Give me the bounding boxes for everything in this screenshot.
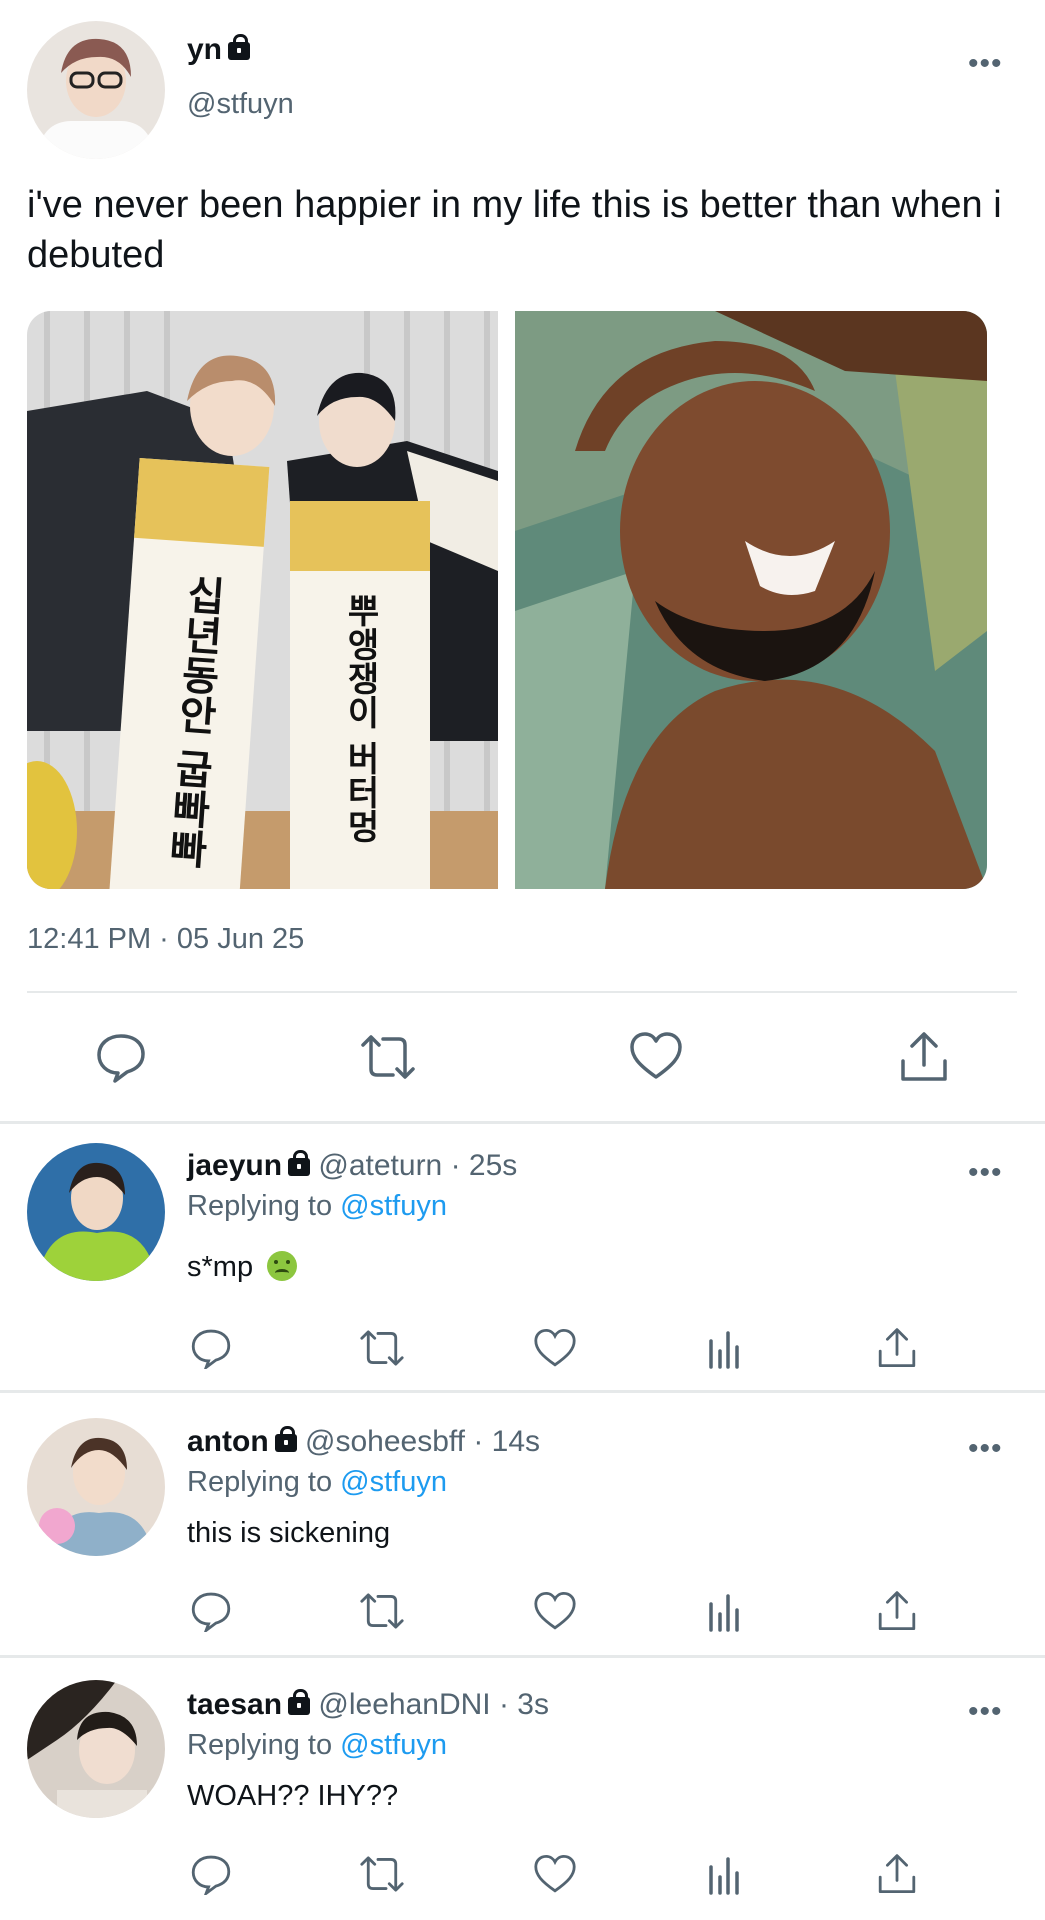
author-handle[interactable]: @stfuyn <box>187 88 294 121</box>
replying-label: Replying to <box>187 1190 333 1222</box>
share-icon[interactable] <box>877 1853 917 1895</box>
share-icon[interactable] <box>877 1590 917 1632</box>
reply-icon[interactable] <box>190 1590 232 1635</box>
reply-name[interactable]: anton <box>187 1425 269 1458</box>
tweet-text: i've never been happier in my life this … <box>27 184 1002 276</box>
nauseated-face-emoji <box>267 1251 298 1281</box>
lock-icon <box>288 1689 311 1715</box>
tweet-timestamp[interactable]: 12:41 PM · 05 Jun 25 <box>27 923 304 956</box>
section-divider <box>0 1121 1045 1124</box>
reply-item[interactable]: anton @soheesbff · 14s ••• Replying to @… <box>0 1393 1045 1655</box>
like-icon[interactable] <box>533 1591 577 1631</box>
views-icon[interactable] <box>707 1855 741 1895</box>
views-icon[interactable] <box>707 1329 741 1369</box>
replying-to-link[interactable]: @stfuyn <box>340 1190 447 1222</box>
lock-icon <box>288 1150 311 1176</box>
reply-icon[interactable] <box>190 1327 232 1372</box>
reply-text: s*mp <box>187 1251 254 1283</box>
more-options-icon[interactable]: ••• <box>968 49 1003 79</box>
tweet-divider <box>27 991 1017 993</box>
tweet-image-left[interactable]: 십년동안 굽빠빠 뿌앵쟁이 버터멍 <box>27 311 498 889</box>
tweet-image-right[interactable] <box>515 311 987 889</box>
reply-time: · 25s <box>450 1149 518 1182</box>
views-icon[interactable] <box>707 1592 741 1632</box>
author-avatar[interactable] <box>27 21 165 159</box>
scroll-right-text: 뿌앵쟁이 버터멍 <box>340 593 380 843</box>
like-icon[interactable] <box>629 1031 683 1081</box>
share-icon[interactable] <box>877 1327 917 1369</box>
retweet-icon[interactable] <box>359 1031 417 1083</box>
retweet-icon[interactable] <box>358 1853 406 1895</box>
more-options-icon[interactable]: ••• <box>968 1158 1003 1188</box>
retweet-icon[interactable] <box>358 1590 406 1632</box>
lock-icon <box>274 1426 297 1452</box>
reply-avatar[interactable] <box>27 1143 165 1281</box>
replying-label: Replying to <box>187 1466 333 1498</box>
reply-time: · 3s <box>498 1688 549 1721</box>
reply-handle[interactable]: @leehanDNI <box>318 1688 490 1721</box>
share-icon[interactable] <box>899 1031 949 1083</box>
replying-to-link[interactable]: @stfuyn <box>340 1466 447 1498</box>
reply-item[interactable]: taesan @leehanDNI · 3s ••• Replying to @… <box>0 1658 1045 1920</box>
reply-avatar[interactable] <box>27 1418 165 1556</box>
reply-icon[interactable] <box>95 1031 147 1083</box>
reply-avatar[interactable] <box>27 1680 165 1818</box>
reply-item[interactable]: jaeyun @ateturn · 25s ••• Replying to @s… <box>0 1125 1045 1390</box>
more-options-icon[interactable]: ••• <box>968 1434 1003 1464</box>
reply-text: this is sickening <box>187 1517 391 1549</box>
more-options-icon[interactable]: ••• <box>968 1697 1003 1727</box>
reply-name[interactable]: taesan <box>187 1688 282 1721</box>
like-icon[interactable] <box>533 1328 577 1368</box>
author-name-row[interactable]: yn <box>187 33 251 67</box>
reply-icon[interactable] <box>190 1853 232 1898</box>
reply-name[interactable]: jaeyun <box>187 1149 282 1182</box>
lock-icon <box>228 34 251 60</box>
author-name[interactable]: yn <box>187 33 222 66</box>
reply-handle[interactable]: @soheesbff <box>305 1425 465 1458</box>
reply-text: WOAH?? IHY?? <box>187 1780 399 1812</box>
retweet-icon[interactable] <box>358 1327 406 1369</box>
replying-to-link[interactable]: @stfuyn <box>340 1729 447 1761</box>
replying-label: Replying to <box>187 1729 333 1761</box>
reply-time: · 14s <box>473 1425 541 1458</box>
reply-handle[interactable]: @ateturn <box>318 1149 442 1182</box>
like-icon[interactable] <box>533 1854 577 1894</box>
